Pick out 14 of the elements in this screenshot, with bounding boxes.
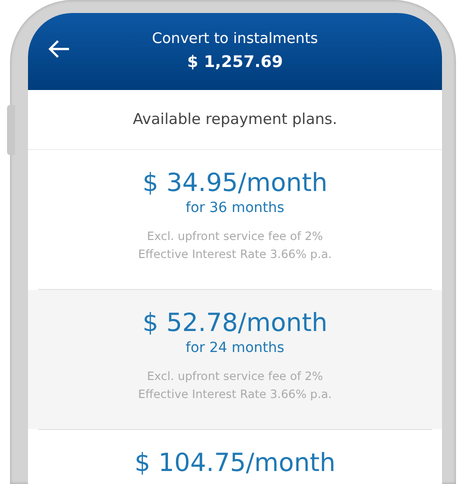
header-title: Convert to instalments (152, 30, 318, 49)
back-arrow-icon (48, 39, 70, 59)
monthly-price: $ 52.78/month (142, 308, 328, 338)
intro-text: Available repayment plans. (132, 109, 338, 130)
fee-note: Excl. upfront service fee of 2% (146, 228, 324, 245)
plan-term: for 36 months (184, 199, 286, 218)
interest-rate-note: Effective Interest Rate 3.66% p.a. (137, 246, 333, 264)
header-amount: $ 1,257.69 (187, 51, 283, 74)
monthly-price: $ 34.95/month (142, 168, 328, 198)
fee-note: Excl. upfront service fee of 2% (146, 368, 324, 385)
plan-term: for 24 months (184, 339, 286, 358)
monthly-price: $ 104.75/month (134, 448, 336, 478)
interest-rate-note: Effective Interest Rate 3.66% p.a. (137, 386, 333, 404)
back-button[interactable] (48, 39, 70, 59)
